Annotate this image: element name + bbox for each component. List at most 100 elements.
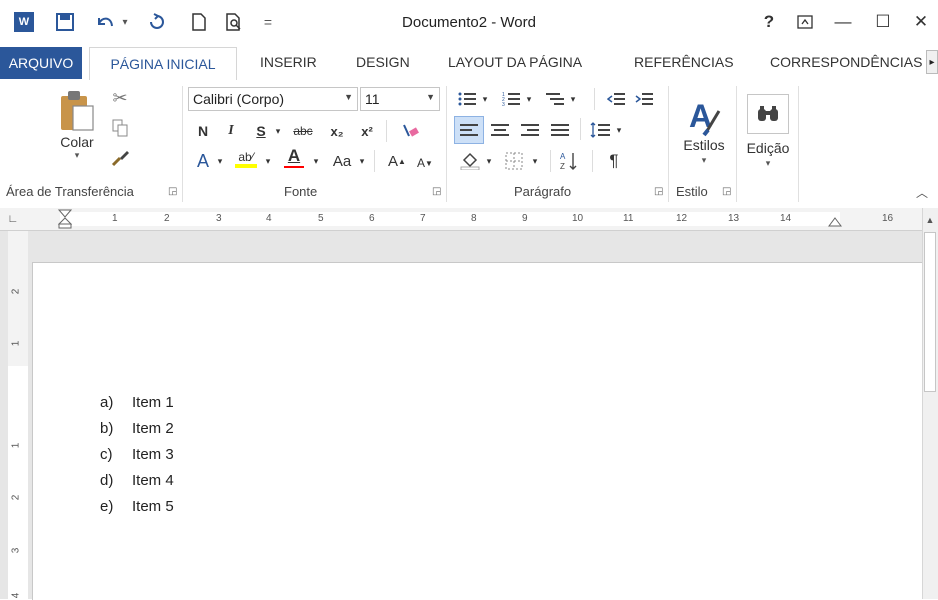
paste-dropdown-icon: ▾ [74, 149, 80, 160]
customize-quick-access-icon[interactable]: = [258, 10, 278, 34]
paintbrush-icon [111, 151, 129, 167]
highlight-color-icon[interactable]: ab⁄ [232, 148, 260, 170]
vertical-ruler-number: 1 [10, 442, 22, 449]
align-right-button[interactable] [518, 119, 542, 141]
minimize-button[interactable]: — [826, 10, 860, 34]
bullet-list-icon [458, 92, 476, 106]
multilevel-list-icon[interactable] [544, 88, 566, 110]
shrink-font-button[interactable]: A ▼ [414, 152, 436, 174]
paste-button[interactable]: Colar ▾ [50, 84, 104, 164]
text-effects-dropdown-icon[interactable]: ▾ [214, 150, 226, 172]
word-app-icon[interactable]: W [12, 10, 36, 34]
new-document-icon[interactable] [186, 10, 212, 34]
save-icon[interactable] [52, 10, 78, 34]
italic-button[interactable]: I [220, 120, 242, 142]
numbering-icon[interactable]: 123 [500, 88, 522, 110]
align-right-icon [521, 124, 539, 136]
list-item[interactable]: e) Item 5 [100, 498, 174, 515]
paint-bucket-icon [460, 152, 480, 170]
shading-dropdown-icon[interactable]: ▾ [484, 150, 494, 172]
bullets-icon[interactable] [456, 88, 478, 110]
styles-dialog-launcher-icon[interactable]: ◲ [722, 186, 731, 197]
right-indent-marker-icon[interactable] [828, 217, 842, 227]
tab-selector-icon[interactable]: ∟ [6, 212, 20, 226]
scrollbar-thumb[interactable] [924, 232, 936, 392]
styles-button[interactable]: A Estilos ▾ [674, 84, 734, 178]
list-item-marker: a) [100, 394, 114, 411]
font-color-dropdown-icon[interactable]: ▾ [310, 150, 322, 172]
show-formatting-marks-icon[interactable]: ¶ [602, 150, 626, 172]
grow-font-button[interactable]: A ▲ [386, 150, 408, 172]
copy-pages-icon [112, 119, 128, 137]
line-spacing-dropdown-icon[interactable]: ▾ [614, 119, 624, 141]
tab-scroll-right-icon[interactable]: ▸ [926, 50, 938, 74]
maximize-button[interactable]: ☐ [866, 10, 900, 34]
bullets-dropdown-icon[interactable]: ▾ [480, 88, 490, 110]
change-case-button[interactable]: Aa [328, 150, 356, 172]
editing-button[interactable]: Edição ▾ [742, 84, 794, 178]
tab-referencias[interactable]: REFERÊNCIAS [634, 54, 734, 70]
sort-icon[interactable]: AZ [558, 150, 582, 172]
tab-pagina-inicial[interactable]: PÁGINA INICIAL [89, 47, 237, 80]
help-button[interactable]: ? [752, 10, 786, 34]
copy-icon[interactable] [108, 116, 132, 140]
list-item[interactable]: a) Item 1 [100, 394, 174, 411]
font-size-dropdown-icon[interactable]: ▼ [426, 92, 435, 102]
line-spacing-icon[interactable] [588, 119, 612, 141]
horizontal-ruler[interactable]: ∟ 1 2 3 4 5 6 7 8 9 10 11 12 13 14 16 [0, 208, 938, 231]
list-item[interactable]: c) Item 3 [100, 446, 174, 463]
justify-button[interactable] [548, 119, 572, 141]
align-left-button[interactable] [454, 116, 484, 144]
font-size-combo[interactable]: 11 ▼ [360, 87, 440, 111]
highlight-dropdown-icon[interactable]: ▾ [262, 150, 274, 172]
bold-button[interactable]: N [192, 120, 214, 142]
format-painter-icon[interactable] [108, 146, 132, 170]
subscript-button[interactable]: x₂ [326, 120, 348, 142]
list-item[interactable]: d) Item 4 [100, 472, 174, 489]
ruler-number: 4 [266, 213, 272, 224]
tab-layout-da-pagina[interactable]: LAYOUT DA PÁGINA [448, 54, 582, 70]
tab-inserir[interactable]: INSERIR [260, 54, 317, 70]
tab-correspondencias[interactable]: CORRESPONDÊNCIAS [770, 54, 922, 70]
tab-arquivo[interactable]: ARQUIVO [0, 47, 82, 79]
list-item[interactable]: b) Item 2 [100, 420, 174, 437]
borders-dropdown-icon[interactable]: ▾ [530, 150, 540, 172]
change-case-dropdown-icon[interactable]: ▾ [356, 150, 368, 172]
clear-formatting-icon[interactable] [398, 120, 422, 142]
decrease-indent-icon[interactable] [604, 88, 628, 110]
list-item-text: Item 3 [132, 446, 174, 463]
text-effects-icon[interactable]: A [192, 150, 214, 172]
borders-icon[interactable] [502, 150, 526, 172]
close-button[interactable]: ✕ [904, 10, 938, 34]
redo-icon[interactable] [144, 10, 170, 34]
undo-icon[interactable] [92, 10, 118, 34]
font-dialog-launcher-icon[interactable]: ◲ [432, 186, 441, 197]
font-name-combo[interactable]: Calibri (Corpo) ▼ [188, 87, 358, 111]
ribbon-display-options-icon[interactable] [788, 10, 822, 34]
font-color-icon[interactable]: A [282, 146, 306, 168]
underline-dropdown-icon[interactable]: ▾ [272, 120, 284, 142]
cut-icon[interactable]: ✂ [108, 86, 132, 110]
undo-dropdown-icon[interactable]: ▾ [118, 10, 132, 34]
tab-design[interactable]: DESIGN [356, 54, 410, 70]
paragraph-dialog-launcher-icon[interactable]: ◲ [654, 186, 663, 197]
increase-indent-icon[interactable] [632, 88, 656, 110]
indent-marker-icon[interactable] [58, 209, 72, 229]
align-center-button[interactable] [488, 119, 512, 141]
blank-page-icon [192, 13, 206, 31]
superscript-button[interactable]: x² [356, 120, 378, 142]
clipboard-dialog-launcher-icon[interactable]: ◲ [168, 186, 177, 197]
underline-button[interactable]: S [250, 120, 272, 142]
scroll-up-arrow-icon[interactable]: ▲ [923, 212, 937, 228]
numbering-dropdown-icon[interactable]: ▾ [524, 88, 534, 110]
title-bar: W ▾ = Documento2 - Word ? — ☐ ✕ [0, 0, 938, 44]
shading-icon[interactable] [458, 150, 482, 172]
strikethrough-button[interactable]: abc [288, 120, 318, 142]
multilevel-dropdown-icon[interactable]: ▾ [568, 88, 578, 110]
font-name-value: Calibri (Corpo) [193, 91, 285, 107]
vertical-ruler[interactable] [8, 231, 28, 599]
collapse-ribbon-icon[interactable]: ︿ [916, 184, 928, 201]
print-preview-icon[interactable] [222, 10, 248, 34]
font-group-label: Fonte [284, 184, 318, 199]
font-name-dropdown-icon[interactable]: ▼ [344, 92, 353, 102]
